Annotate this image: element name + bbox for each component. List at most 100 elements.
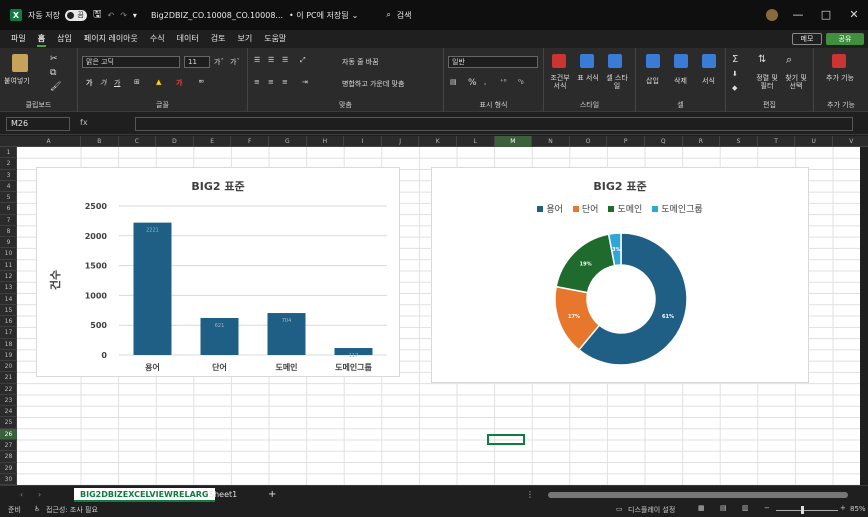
tab-home[interactable]: 홈	[36, 31, 47, 47]
row-header-28[interactable]: 28	[0, 451, 17, 463]
memo-button[interactable]: 메모	[792, 33, 822, 45]
row-header-12[interactable]: 12	[0, 271, 17, 283]
display-settings-button[interactable]: 디스플레이 설정	[628, 505, 675, 515]
increase-font-icon[interactable]: 가ˆ	[214, 57, 224, 67]
find-icon[interactable]: ⌕	[786, 53, 792, 67]
indent-icon[interactable]: ⇥	[302, 78, 308, 86]
undo-icon[interactable]: ↶	[108, 11, 115, 20]
format-cells-button[interactable]: 서식	[702, 76, 715, 86]
format-table-icon[interactable]	[580, 54, 594, 68]
vertical-scrollbar[interactable]	[860, 147, 868, 485]
cell-styles-button[interactable]: 셀 스타일	[604, 74, 630, 90]
tab-insert[interactable]: 삽입	[56, 31, 73, 47]
zoom-out-icon[interactable]: −	[764, 504, 770, 512]
row-header-20[interactable]: 20	[0, 361, 17, 373]
bar-chart[interactable]: BIG2 표준 0 500 1000 1500 2000 2500 건수 2221 용어 621 단…	[36, 167, 400, 377]
tabs-splitter-icon[interactable]: ⋮	[520, 488, 540, 502]
column-header-O[interactable]: O	[570, 136, 608, 147]
wrap-text-button[interactable]: 자동 줄 바꿈	[342, 57, 379, 67]
insert-cells-button[interactable]: 삽입	[646, 76, 659, 86]
font-size-select[interactable]: 11	[184, 56, 210, 68]
addins-icon[interactable]	[832, 54, 846, 68]
cell-styles-icon[interactable]	[608, 54, 622, 68]
zoom-in-icon[interactable]: +	[840, 504, 846, 512]
column-header-D[interactable]: D	[156, 136, 194, 147]
tab-data[interactable]: 데이터	[176, 31, 200, 47]
search-icon[interactable]: ⌕	[386, 10, 390, 20]
increase-decimal-icon[interactable]: ⁺⁰	[500, 78, 507, 86]
row-header-26[interactable]: 26	[0, 428, 17, 441]
number-format-select[interactable]: 일반	[448, 56, 538, 68]
selected-cell[interactable]	[487, 434, 525, 445]
row-header-24[interactable]: 24	[0, 406, 17, 418]
row-header-10[interactable]: 10	[0, 248, 17, 260]
horizontal-scrollbar[interactable]	[548, 492, 848, 498]
align-left-icon[interactable]: ≡	[254, 78, 260, 86]
autosave-toggle[interactable]: 끔	[64, 9, 87, 21]
page-layout-view-icon[interactable]: ▤	[720, 504, 727, 512]
column-header-R[interactable]: R	[683, 136, 721, 147]
cut-icon[interactable]: ✂	[50, 54, 58, 64]
column-header-I[interactable]: I	[344, 136, 382, 147]
redo-icon[interactable]: ↷	[120, 11, 127, 20]
row-header-3[interactable]: 3	[0, 170, 17, 181]
tab-review[interactable]: 검토	[210, 31, 227, 47]
font-name-select[interactable]: 맑은 고딕	[82, 56, 180, 68]
delete-cells-button[interactable]: 삭제	[674, 76, 687, 86]
prev-sheet-icon[interactable]: ‹	[14, 488, 29, 502]
paste-icon[interactable]	[12, 54, 28, 72]
save-location[interactable]: • 이 PC에 저장됨	[289, 10, 349, 21]
sort-filter-icon[interactable]: ⇅	[758, 54, 766, 65]
column-header-N[interactable]: N	[532, 136, 570, 147]
format-cells-icon[interactable]	[702, 54, 716, 68]
save-location-chevron-icon[interactable]: ⌄	[352, 11, 359, 20]
decrease-decimal-icon[interactable]: ⁰₀	[518, 78, 524, 86]
column-header-J[interactable]: J	[382, 136, 420, 147]
row-header-13[interactable]: 13	[0, 282, 17, 294]
row-header-2[interactable]: 2	[0, 158, 17, 170]
column-header-T[interactable]: T	[758, 136, 796, 147]
format-table-button[interactable]: 표 서식	[576, 74, 600, 82]
column-header-E[interactable]: E	[194, 136, 232, 147]
row-header-9[interactable]: 9	[0, 237, 17, 249]
fill-icon[interactable]: ⬇	[732, 70, 738, 78]
worksheet-grid[interactable]: BIG2 표준 0 500 1000 1500 2000 2500 건수 2221 용어 621 단…	[17, 147, 860, 485]
bar-0[interactable]	[133, 222, 172, 355]
tab-view[interactable]: 보기	[236, 31, 253, 47]
tab-help[interactable]: 도움말	[263, 31, 287, 47]
accessibility-status[interactable]: 접근성: 조사 필요	[46, 505, 98, 515]
row-header-16[interactable]: 16	[0, 316, 17, 328]
sort-filter-button[interactable]: 정렬 및 필터	[754, 74, 780, 90]
tab-page-layout[interactable]: 페이지 레이아웃	[83, 31, 139, 47]
row-header-30[interactable]: 30	[0, 474, 17, 486]
orientation-icon[interactable]: ⤢	[300, 56, 306, 65]
row-header-29[interactable]: 29	[0, 463, 17, 474]
add-sheet-button[interactable]: +	[262, 488, 282, 502]
search-box[interactable]: 검색	[397, 10, 412, 21]
align-top-icon[interactable]: ☰	[254, 56, 260, 64]
bold-icon[interactable]: 가	[86, 78, 92, 88]
row-header-22[interactable]: 22	[0, 384, 17, 395]
column-header-H[interactable]: H	[307, 136, 345, 147]
fx-icon[interactable]: fx	[80, 118, 88, 127]
row-header-17[interactable]: 17	[0, 327, 17, 339]
align-bottom-icon[interactable]: ☰	[282, 56, 288, 64]
conditional-format-button[interactable]: 조건부 서식	[548, 74, 572, 90]
row-header-11[interactable]: 11	[0, 260, 17, 271]
insert-cells-icon[interactable]	[646, 54, 660, 68]
close-button[interactable]: ✕	[840, 8, 868, 21]
conditional-format-icon[interactable]	[552, 54, 566, 68]
format-painter-icon[interactable]: 🖌	[50, 82, 61, 92]
align-middle-icon[interactable]: ☰	[268, 56, 274, 64]
donut-chart[interactable]: BIG2 표준 용어 단어 도메인 도메인그룹 61% 17% 19% 3%	[431, 167, 809, 383]
currency-icon[interactable]: ▤	[450, 78, 457, 86]
column-header-V[interactable]: V	[833, 136, 868, 147]
column-header-K[interactable]: K	[419, 136, 457, 147]
addins-button[interactable]: 추가 기능	[826, 74, 854, 82]
zoom-slider-thumb[interactable]	[801, 506, 804, 514]
row-header-18[interactable]: 18	[0, 339, 17, 350]
column-header-G[interactable]: G	[269, 136, 307, 147]
row-header-23[interactable]: 23	[0, 395, 17, 407]
column-header-L[interactable]: L	[457, 136, 495, 147]
row-header-8[interactable]: 8	[0, 226, 17, 238]
